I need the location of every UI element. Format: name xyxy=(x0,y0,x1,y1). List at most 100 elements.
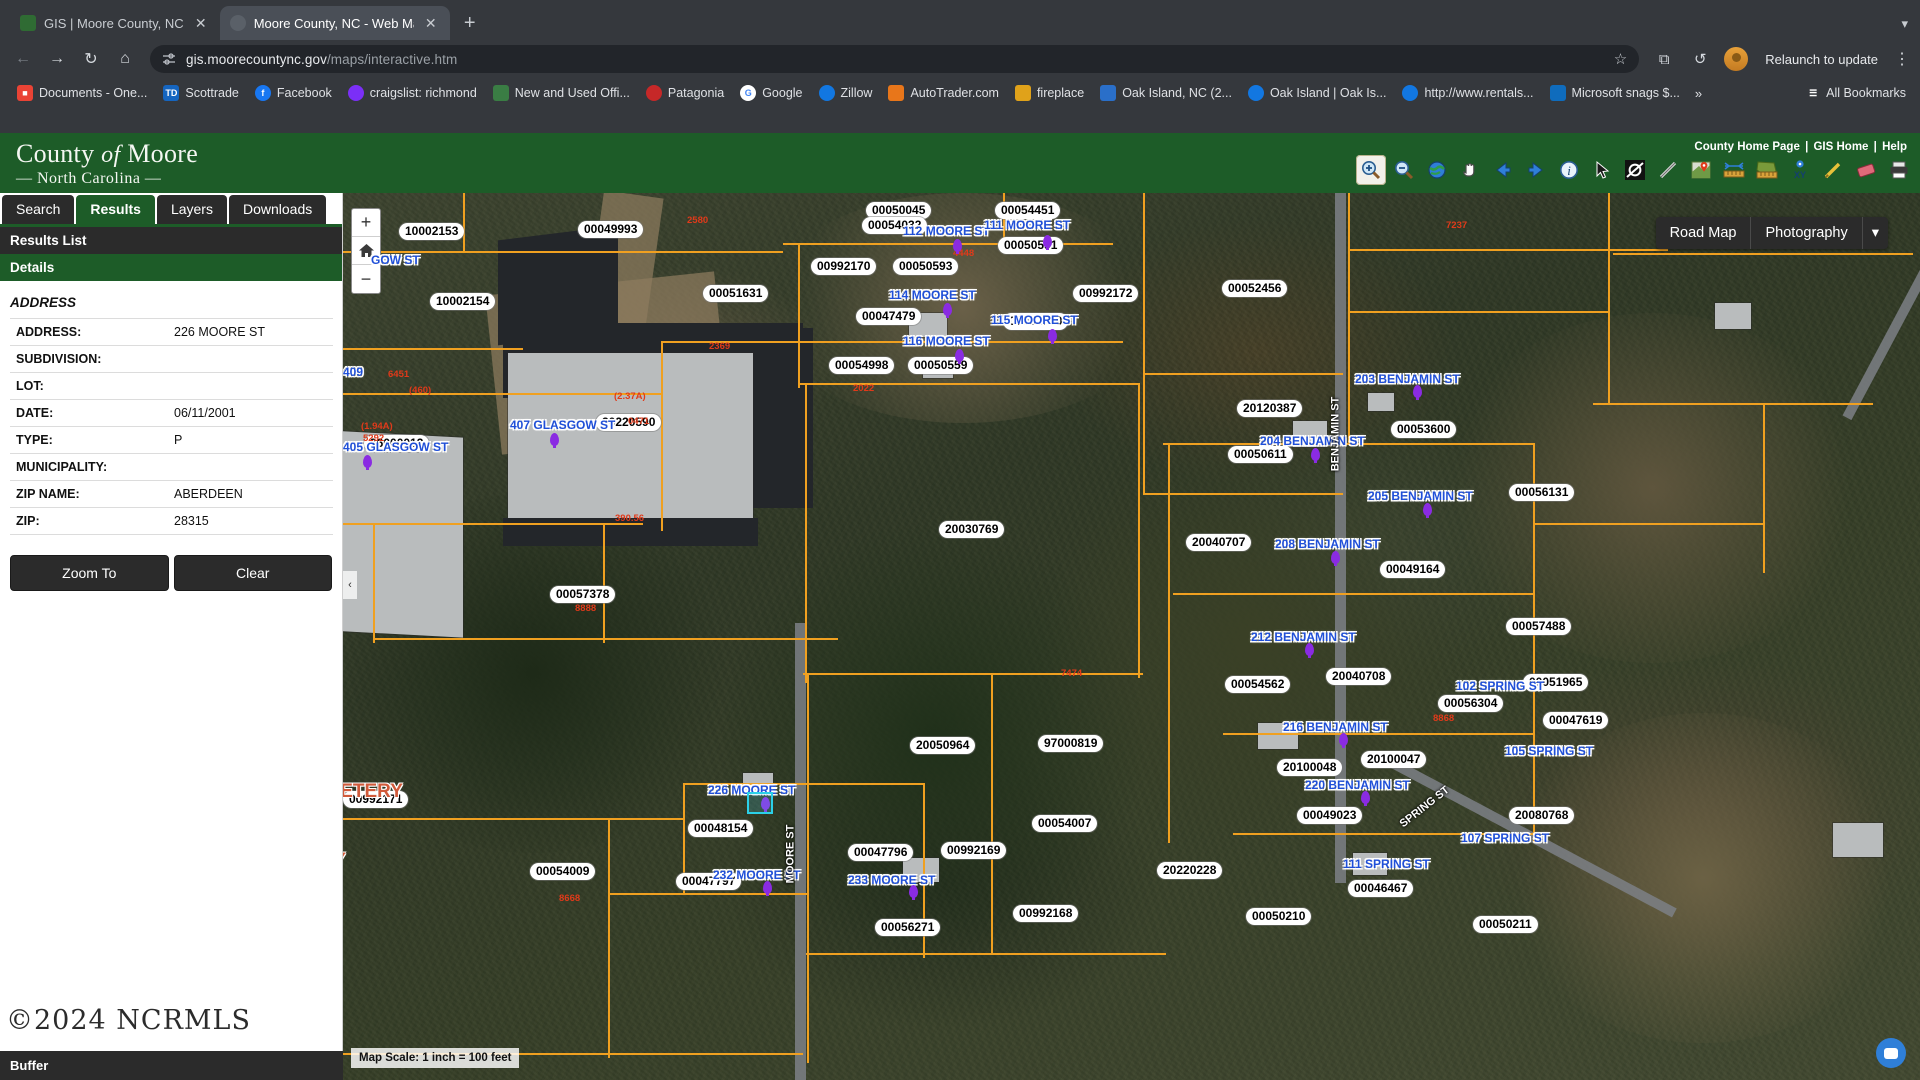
back-icon[interactable]: ← xyxy=(8,44,38,74)
bookmark-item[interactable]: ■ Documents - One... xyxy=(10,82,154,104)
address-label[interactable]: 102 SPRING ST xyxy=(1456,679,1544,693)
parcel-label[interactable]: 20050964 xyxy=(910,737,976,754)
map-zoom-in-button[interactable]: + xyxy=(352,209,380,237)
parcel-label[interactable]: 00046467 xyxy=(1348,880,1414,897)
parcel-label[interactable]: 00054451 xyxy=(995,202,1061,219)
parcel-label[interactable]: 00057488 xyxy=(1506,618,1572,635)
clear-button[interactable]: Clear xyxy=(173,555,332,591)
zoom-full-extent-tool-icon[interactable] xyxy=(1422,155,1452,185)
parcel-label[interactable]: 00049164 xyxy=(1380,561,1446,578)
parcel-label[interactable]: 00050593 xyxy=(893,258,959,275)
address-label[interactable]: 405 GLASGOW ST xyxy=(343,440,448,454)
bookmark-item[interactable]: f Facebook xyxy=(248,82,339,104)
address-label[interactable]: 216 BENJAMIN ST xyxy=(1283,720,1388,734)
draw-markup-tool-icon[interactable] xyxy=(1818,155,1848,185)
sidebar-collapse-handle[interactable]: ‹ xyxy=(343,571,357,599)
parcel-label[interactable]: 00048154 xyxy=(688,820,754,837)
county-home-page-link[interactable]: County Home Page xyxy=(1693,141,1800,153)
tab-downloads[interactable]: Downloads xyxy=(228,195,327,224)
profile-avatar[interactable] xyxy=(1721,44,1751,74)
parcel-label[interactable]: 00054562 xyxy=(1225,676,1291,693)
address-label[interactable]: 114 MOORE ST xyxy=(889,288,976,302)
select-pointer-tool-icon[interactable] xyxy=(1587,155,1617,185)
browser-tab-gis[interactable]: GIS | Moore County, NC ✕ xyxy=(10,6,220,40)
parcel-label[interactable]: 20080768 xyxy=(1509,807,1575,824)
tab-search[interactable]: Search xyxy=(2,195,75,224)
tab-layers[interactable]: Layers xyxy=(156,195,227,224)
parcel-label[interactable]: 00992170 xyxy=(811,258,877,275)
address-label[interactable]: 111 MOORE ST xyxy=(984,218,1070,232)
address-label[interactable]: 204 BENJAMIN ST xyxy=(1260,434,1365,448)
parcel-label[interactable]: 00053600 xyxy=(1391,421,1457,438)
print-tool-icon[interactable] xyxy=(1884,155,1914,185)
parcel-label[interactable]: 20100048 xyxy=(1277,759,1343,776)
parcel-label[interactable]: 10002153 xyxy=(399,223,465,240)
parcel-label[interactable]: 00056304 xyxy=(1438,695,1504,712)
measure-distance-tool-icon[interactable] xyxy=(1719,155,1749,185)
parcel-label[interactable]: 00056271 xyxy=(875,919,941,936)
parcel-label[interactable]: 00050591 xyxy=(998,237,1064,254)
basemap-photography-button[interactable]: Photography xyxy=(1751,217,1863,249)
zoom-out-tool-icon[interactable] xyxy=(1389,155,1419,185)
help-link[interactable]: Help xyxy=(1881,141,1908,153)
measure-line-tool-icon[interactable] xyxy=(1653,155,1683,185)
address-label[interactable]: 107 SPRING ST xyxy=(1461,831,1549,845)
parcel-label[interactable]: 20030769 xyxy=(939,521,1005,538)
parcel-label[interactable]: 10002154 xyxy=(430,293,496,310)
parcel-label[interactable]: 20040707 xyxy=(1186,534,1252,551)
parcel-label[interactable]: 20220228 xyxy=(1157,862,1223,879)
tune-icon[interactable] xyxy=(162,52,176,66)
bookmark-item[interactable]: Patagonia xyxy=(639,82,731,104)
browser-tab-webmap[interactable]: Moore County, NC - Web Map ✕ xyxy=(219,6,450,40)
parcel-label[interactable]: 20120387 xyxy=(1237,400,1303,417)
parcel-label[interactable]: 00050559 xyxy=(908,357,974,374)
bookmark-item[interactable]: Zillow xyxy=(812,82,880,104)
basemap-dropdown-icon[interactable]: ▾ xyxy=(1863,217,1888,249)
address-label[interactable]: 105 SPRING ST xyxy=(1505,744,1593,758)
parcel-label[interactable]: 20100047 xyxy=(1361,751,1427,768)
parcel-label[interactable]: 00047796 xyxy=(848,844,914,861)
parcel-label[interactable]: 00047479 xyxy=(856,308,922,325)
address-label[interactable]: 220 BENJAMIN ST xyxy=(1305,778,1410,792)
parcel-label[interactable]: 00054007 xyxy=(1032,815,1098,832)
measure-area-tool-icon[interactable] xyxy=(1752,155,1782,185)
parcel-label[interactable]: 00992172 xyxy=(1073,285,1139,302)
home-icon[interactable]: ⌂ xyxy=(110,44,140,74)
parcel-label[interactable]: 00054998 xyxy=(829,357,895,374)
pan-tool-icon[interactable] xyxy=(1455,155,1485,185)
parcel-label[interactable]: 00050211 xyxy=(1473,916,1538,933)
address-label[interactable]: 407 GLASGOW ST xyxy=(510,418,615,432)
zoom-to-button[interactable]: Zoom To xyxy=(10,555,169,591)
address-label[interactable]: 111 SPRING ST xyxy=(1343,857,1430,871)
next-extent-tool-icon[interactable] xyxy=(1521,155,1551,185)
bookmark-item[interactable]: Oak Island | Oak Is... xyxy=(1241,82,1394,104)
basemap-road-map-button[interactable]: Road Map xyxy=(1656,217,1752,249)
bookmark-star-icon[interactable]: ☆ xyxy=(1614,50,1627,68)
parcel-label[interactable]: 00992168 xyxy=(1013,905,1079,922)
chat-icon[interactable] xyxy=(1876,1038,1906,1068)
bookmark-item[interactable]: Oak Island, NC (2... xyxy=(1093,82,1239,104)
address-label[interactable]: GOW ST xyxy=(371,253,420,267)
browser-menu-icon[interactable]: ⋮ xyxy=(1892,49,1912,69)
address-label[interactable]: 116 MOORE ST xyxy=(903,334,990,348)
address-label[interactable]: 233 MOORE ST xyxy=(848,873,935,887)
bookmark-item[interactable]: G Google xyxy=(733,82,809,104)
parcel-label[interactable]: 00056131 xyxy=(1509,484,1575,501)
parcel-label[interactable]: 97000819 xyxy=(1038,735,1104,752)
tabstrip-chevron-icon[interactable]: ▾ xyxy=(1901,16,1908,32)
relaunch-to-update-button[interactable]: Relaunch to update xyxy=(1757,52,1886,67)
map-zoom-out-button[interactable]: − xyxy=(352,265,380,293)
bookmark-item[interactable]: TD Scottrade xyxy=(156,82,246,104)
google-street-view-tool-icon[interactable] xyxy=(1686,155,1716,185)
close-icon[interactable]: ✕ xyxy=(192,14,210,32)
parcel-label[interactable]: 00047619 xyxy=(1543,712,1609,729)
bookmark-item[interactable]: New and Used Offi... xyxy=(486,82,637,104)
close-icon[interactable]: ✕ xyxy=(422,14,440,32)
address-label[interactable]: 115 MOORE ST xyxy=(991,313,1078,327)
parcel-label[interactable]: 00049993 xyxy=(578,221,644,238)
identify-tool-icon[interactable]: i xyxy=(1554,155,1584,185)
parcel-label[interactable]: 00051631 xyxy=(703,285,769,302)
previous-extent-tool-icon[interactable] xyxy=(1488,155,1518,185)
parcel-label[interactable]: 00052456 xyxy=(1222,280,1288,297)
results-list-header[interactable]: Results List xyxy=(0,227,342,254)
